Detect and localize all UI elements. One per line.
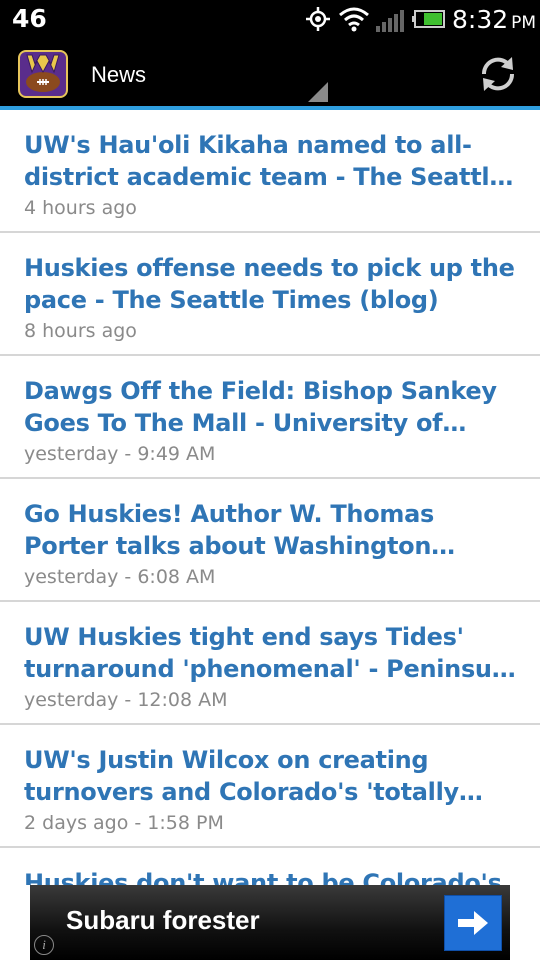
news-timestamp: yesterday - 12:08 AM [24,689,228,711]
action-bar: News [0,38,540,106]
status-bar: 46 8:32 PM [0,0,540,38]
news-headline: UW's Hau'oli Kikaha named to all-distric… [24,131,506,191]
list-item[interactable]: UW's Justin Wilcox on creating turnovers… [0,725,540,848]
dropdown-indicator-icon[interactable] [306,82,328,102]
list-item[interactable]: UW Huskies tight end says Tides' turnaro… [0,602,540,725]
ad-info-icon[interactable]: i [34,935,54,955]
news-headline: Dawgs Off the Field: Bishop Sankey Goes … [24,377,497,437]
news-headline: UW Huskies tight end says Tides' turnaro… [24,623,516,683]
list-item[interactable]: UW's Hau'oli Kikaha named to all-distric… [0,110,540,233]
arrow-right-icon [458,911,488,935]
app-logo-icon[interactable] [18,50,68,98]
news-timestamp: yesterday - 6:08 AM [24,566,216,588]
gps-icon [306,7,330,31]
signal-icon [376,10,404,32]
ad-text: Subaru forester [66,905,260,935]
list-item[interactable]: Huskies offense needs to pick up the pac… [0,233,540,356]
list-item[interactable]: Huskies don't want to be Colorado's firs… [0,848,540,885]
battery-icon [412,10,445,28]
news-timestamp: 8 hours ago [24,320,137,342]
list-item[interactable]: Go Huskies! Author W. Thomas Porter talk… [0,479,540,602]
news-headline: UW's Justin Wilcox on creating turnovers… [24,746,459,806]
page-title: News [91,62,147,87]
news-timestamp: 2 days ago - 1:58 PM [24,812,224,834]
list-item[interactable]: Dawgs Off the Field: Bishop Sankey Goes … [0,356,540,479]
status-time: 8:32 PM [452,5,537,34]
ad-banner[interactable]: Subaru forester i [30,885,510,960]
refresh-icon[interactable] [476,54,520,94]
news-timestamp: yesterday - 9:49 AM [24,443,216,465]
news-timestamp: 4 hours ago [24,197,137,219]
ad-arrow-button[interactable] [444,895,502,951]
wifi-icon [339,7,369,32]
status-notification-count: 46 [12,4,47,33]
news-headline: Huskies don't want to be Colorado's firs… [24,869,502,885]
screen: 46 8:32 PM News UW's Hau'oli Kikaha name… [0,0,540,960]
news-headline: Huskies offense needs to pick up the pac… [24,254,515,314]
news-headline: Go Huskies! Author W. Thomas Porter talk… [24,500,434,560]
news-list[interactable]: UW's Hau'oli Kikaha named to all-distric… [0,110,540,885]
